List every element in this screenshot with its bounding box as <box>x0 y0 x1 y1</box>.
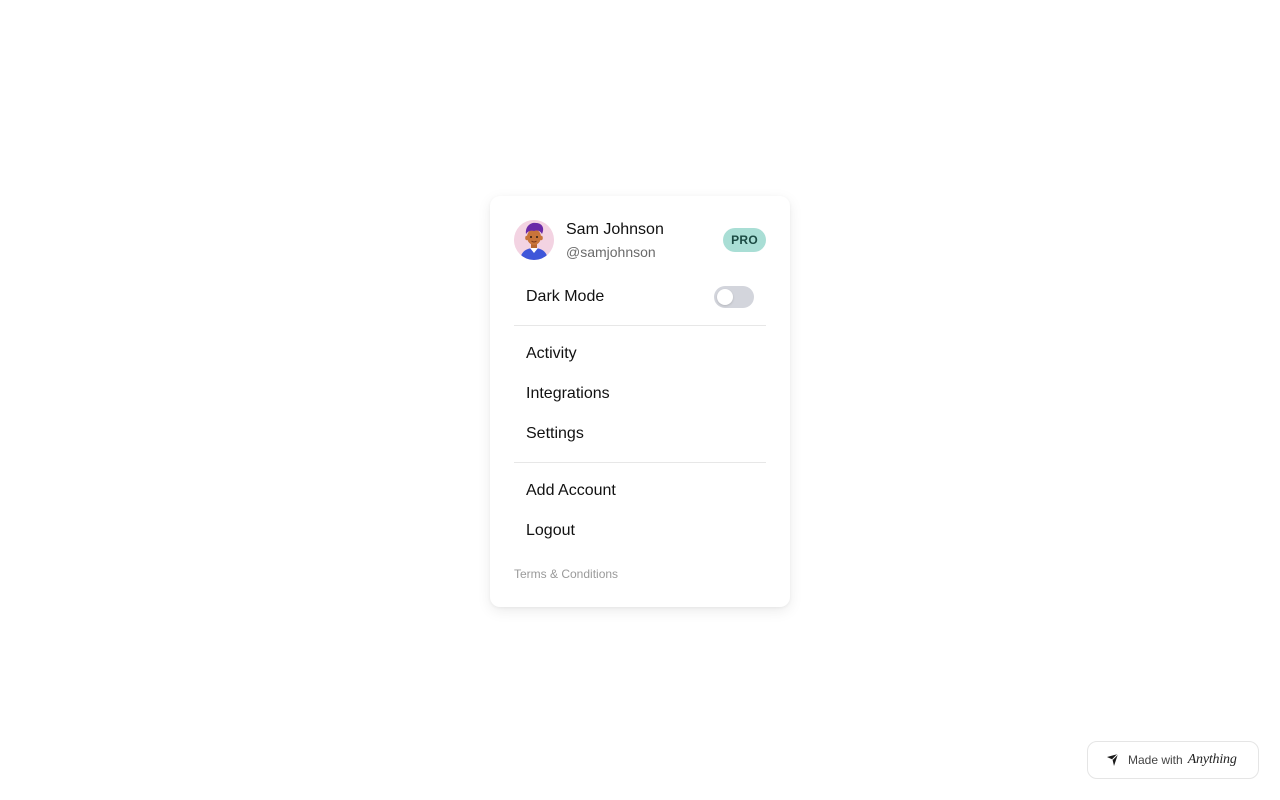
menu-item-label: Logout <box>526 522 575 539</box>
menu-item-label: Activity <box>526 345 577 362</box>
account-menu: Sam Johnson @samjohnson PRO Dark Mode Ac… <box>490 196 790 607</box>
page: Sam Johnson @samjohnson PRO Dark Mode Ac… <box>0 0 1280 800</box>
menu-item-integrations[interactable]: Integrations <box>514 374 766 414</box>
menu-item-activity[interactable]: Activity <box>514 334 766 374</box>
made-with-badge[interactable]: Made with Anything <box>1087 741 1259 779</box>
dark-mode-row: Dark Mode <box>514 277 766 317</box>
dark-mode-toggle[interactable] <box>714 286 754 308</box>
terms-link[interactable]: Terms & Conditions <box>514 567 766 581</box>
profile-header: Sam Johnson @samjohnson PRO <box>514 220 766 260</box>
toggle-knob <box>717 289 733 305</box>
divider <box>514 462 766 463</box>
menu-item-add-account[interactable]: Add Account <box>514 471 766 511</box>
plan-badge: PRO <box>723 228 766 252</box>
person-avatar-icon <box>514 220 554 260</box>
brand-name: Anything <box>1187 752 1237 767</box>
user-handle: @samjohnson <box>566 243 656 260</box>
menu-item-label: Add Account <box>526 482 616 499</box>
made-with-label: Made with <box>1128 753 1183 767</box>
menu-item-label: Integrations <box>526 385 610 402</box>
user-name: Sam Johnson <box>566 220 664 238</box>
user-identity: Sam Johnson @samjohnson <box>566 220 723 261</box>
menu-item-label: Settings <box>526 425 584 442</box>
divider <box>514 325 766 326</box>
avatar[interactable] <box>514 220 554 260</box>
anything-logo-icon <box>1106 753 1120 767</box>
menu-item-settings[interactable]: Settings <box>514 414 766 454</box>
menu-item-logout[interactable]: Logout <box>514 511 766 551</box>
dark-mode-label: Dark Mode <box>526 288 605 305</box>
